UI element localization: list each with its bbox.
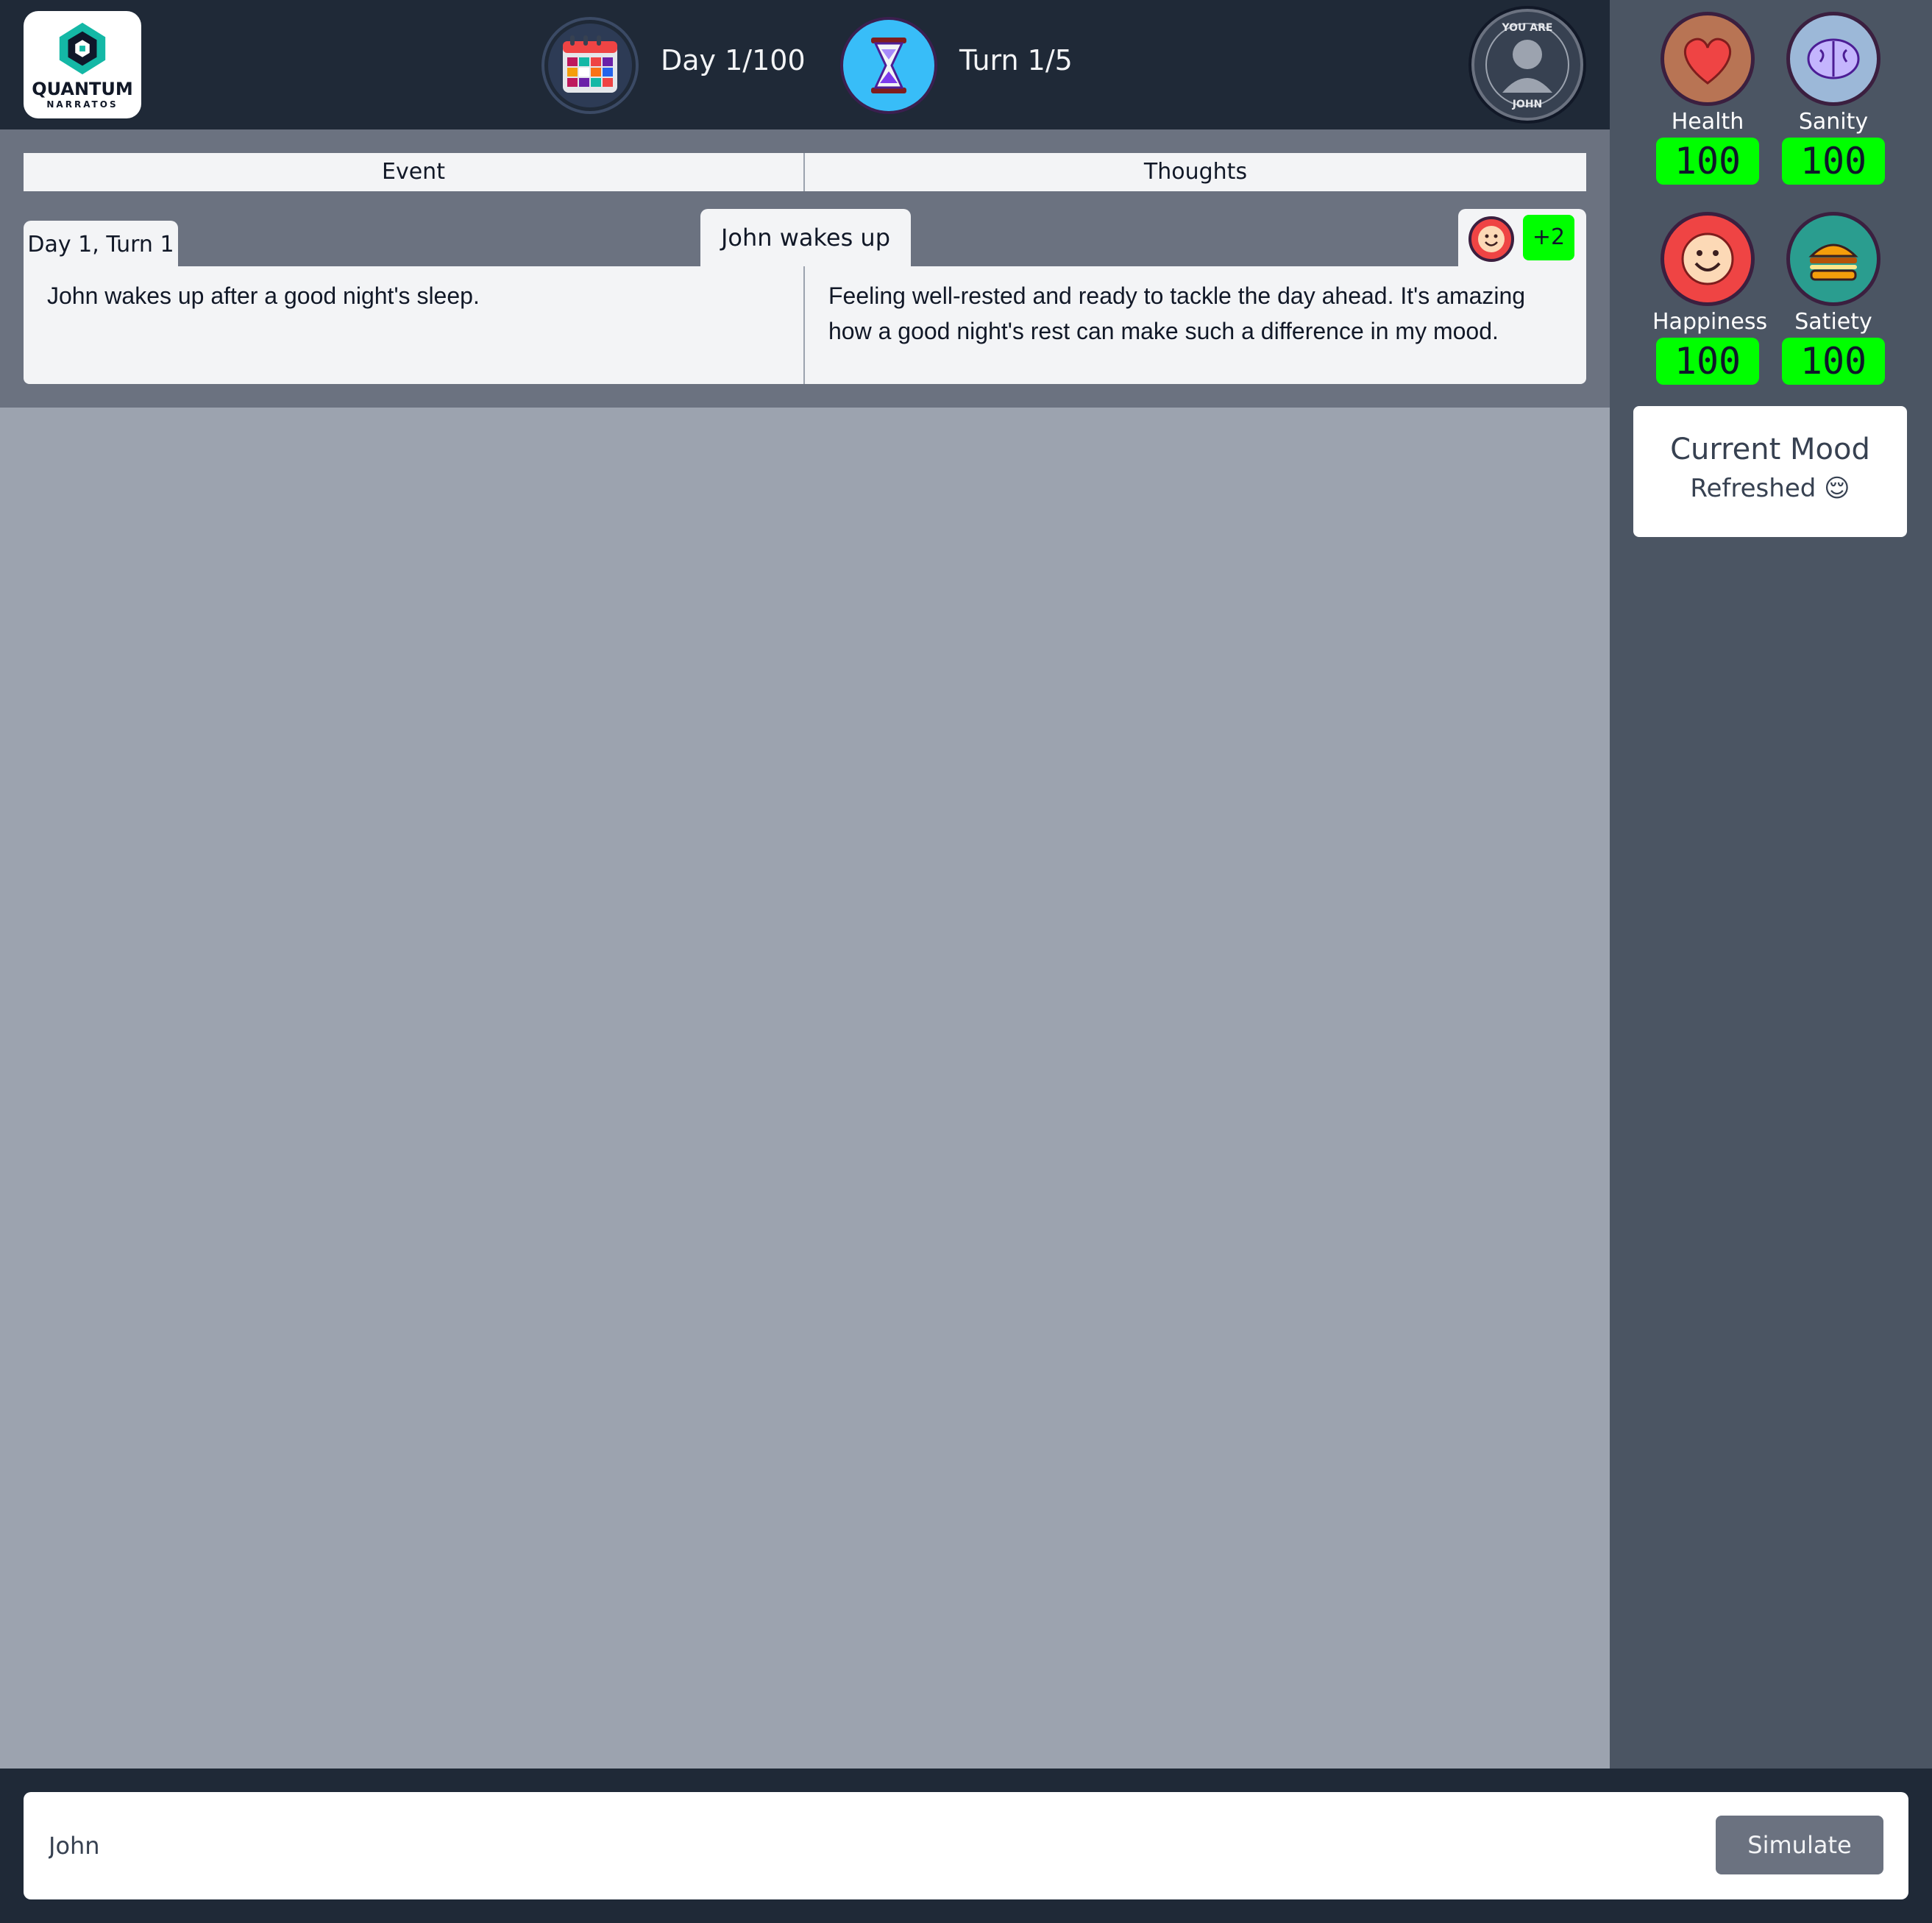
player-avatar[interactable]: YOU ARE JOHN — [1471, 9, 1583, 121]
effect-value-badge: +2 — [1523, 215, 1574, 260]
character-input[interactable] — [49, 1829, 1373, 1863]
stat-satiety-value: 100 — [1782, 338, 1885, 385]
stat-happiness: Happiness 100 — [1652, 212, 1768, 385]
event-log-panel: Event Thoughts Day 1, Turn 1 John wakes … — [0, 129, 1610, 408]
entry-effect-tab: +2 — [1458, 209, 1586, 266]
app-logo: QUANTUM NARRATOS — [24, 11, 141, 118]
logo-subtitle: NARRATOS — [46, 99, 118, 110]
avatar-top-text: YOU ARE — [1502, 22, 1553, 34]
hourglass-icon — [843, 20, 934, 111]
stat-happiness-label: Happiness — [1652, 309, 1768, 335]
day-counter: Day 1/100 — [661, 44, 806, 77]
brain-icon — [1786, 12, 1880, 106]
entry-title-tab: John wakes up — [700, 209, 911, 266]
stat-health: Health 100 — [1652, 12, 1763, 185]
avatar-name-text: JOHN — [1512, 99, 1543, 110]
stat-sanity-value: 100 — [1782, 138, 1885, 185]
thoughts-column-header: Thoughts — [805, 153, 1586, 191]
burger-icon — [1786, 212, 1880, 306]
mood-value: Refreshed 😌 — [1690, 474, 1850, 503]
entry-time-tab: Day 1, Turn 1 — [24, 221, 178, 266]
smiley-icon — [1661, 212, 1755, 306]
stat-sanity-label: Sanity — [1798, 109, 1869, 135]
stat-health-value: 100 — [1656, 138, 1759, 185]
logo-mark-icon — [59, 22, 106, 75]
calendar-icon — [544, 20, 636, 111]
smiley-icon — [1468, 216, 1514, 262]
turn-counter: Turn 1/5 — [959, 44, 1073, 77]
mood-title: Current Mood — [1670, 433, 1870, 466]
entry-thought-text: Feeling well-rested and ready to tackle … — [805, 266, 1586, 384]
stat-health-label: Health — [1671, 109, 1744, 135]
stat-sanity: Sanity 100 — [1778, 12, 1889, 185]
simulate-button[interactable]: Simulate — [1716, 1816, 1883, 1874]
heart-icon — [1661, 12, 1755, 106]
event-column-header: Event — [24, 153, 805, 191]
current-mood-card: Current Mood Refreshed 😌 — [1633, 406, 1907, 537]
stat-satiety-label: Satiety — [1794, 309, 1872, 335]
logo-name: QUANTUM — [32, 79, 133, 99]
stat-happiness-value: 100 — [1656, 338, 1759, 385]
entry-event-text: John wakes up after a good night's sleep… — [24, 266, 805, 384]
stat-satiety: Satiety 100 — [1778, 212, 1889, 385]
